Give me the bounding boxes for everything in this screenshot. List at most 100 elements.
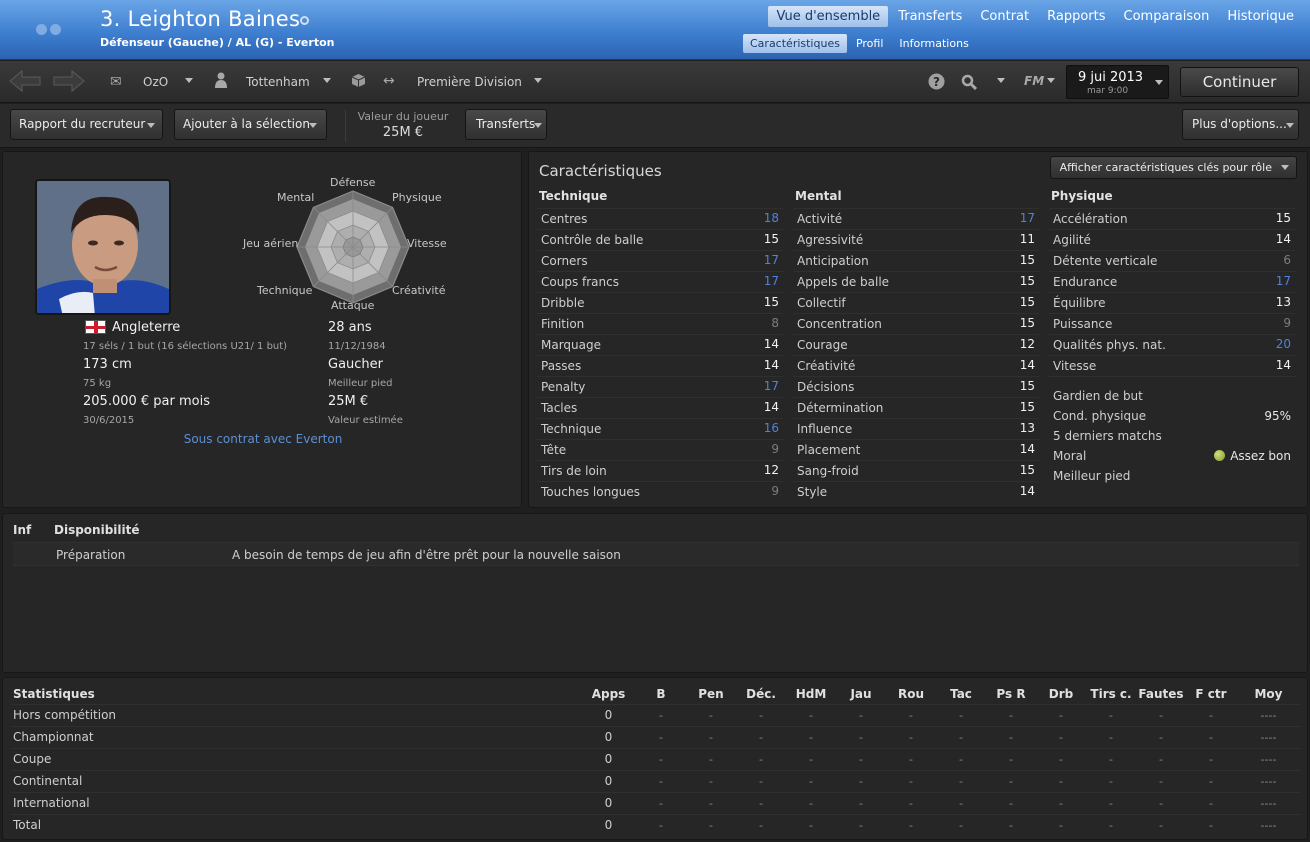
fm-logo-icon[interactable]: FM — [1024, 74, 1044, 88]
cube-icon[interactable] — [351, 73, 366, 88]
attribute-row[interactable]: Placement 14 — [793, 439, 1039, 460]
tab-reports[interactable]: Rapports — [1039, 6, 1113, 27]
attribute-row[interactable]: Coups francs 17 — [537, 271, 783, 292]
stats-column-header[interactable]: Ps R — [986, 684, 1036, 704]
back-arrow-icon[interactable] — [8, 69, 42, 93]
attribute-row[interactable]: Détermination 15 — [793, 397, 1039, 418]
chevron-down-icon[interactable] — [323, 78, 331, 83]
contract-link[interactable]: Sous contrat avec Everton — [3, 432, 523, 446]
attribute-row[interactable]: Penalty 17 — [537, 376, 783, 397]
chevron-down-icon[interactable] — [1047, 78, 1055, 83]
chevron-down-icon[interactable] — [534, 78, 542, 83]
chevron-down-icon[interactable] — [1155, 80, 1163, 85]
stat-cell: - — [836, 791, 886, 814]
attribute-row[interactable]: Style 14 — [793, 481, 1039, 502]
attribute-row[interactable]: Tirs de loin 12 — [537, 460, 783, 481]
attribute-row[interactable]: Détente verticale 6 — [1049, 250, 1295, 271]
attribute-row[interactable]: Équilibre 13 — [1049, 292, 1295, 313]
key-attributes-role-button[interactable]: Afficher caractéristiques clés pour rôle — [1049, 156, 1297, 179]
chevron-down-icon[interactable] — [997, 78, 1005, 83]
table-row[interactable]: Continental 0- - - - - - - - - - - - ---- — [11, 769, 1301, 792]
stats-column-header[interactable]: Tac — [936, 684, 986, 704]
chevron-down-icon[interactable] — [185, 78, 193, 83]
attribute-row[interactable]: Vitesse 14 — [1049, 355, 1295, 376]
stats-column-header[interactable]: B — [636, 684, 686, 704]
stats-column-header[interactable]: Drb — [1036, 684, 1086, 704]
attribute-row[interactable]: Accélération 15 — [1049, 208, 1295, 229]
attribute-value: 18 — [763, 211, 779, 225]
table-row[interactable]: Championnat 0- - - - - - - - - - - - ---- — [11, 725, 1301, 748]
stats-column-header[interactable]: Fautes — [1136, 684, 1186, 704]
add-selection-button[interactable]: Ajouter à la sélection — [174, 109, 327, 140]
attribute-row[interactable]: Finition 8 — [537, 313, 783, 334]
tab-overview[interactable]: Vue d'ensemble — [768, 6, 889, 27]
attribute-row[interactable]: Courage 12 — [793, 334, 1039, 355]
tab-comparison[interactable]: Comparaison — [1116, 6, 1218, 27]
attribute-row[interactable]: Décisions 15 — [793, 376, 1039, 397]
league-menu[interactable]: Première Division — [417, 75, 522, 89]
search-icon[interactable] — [961, 74, 977, 90]
attribute-row[interactable]: Marquage 14 — [537, 334, 783, 355]
club-menu[interactable]: Tottenham — [246, 75, 310, 89]
chevron-down-icon — [147, 123, 155, 128]
stats-column-header[interactable]: HdM — [786, 684, 836, 704]
stats-column-header[interactable]: Moy — [1236, 684, 1301, 704]
stat-cell: - — [1036, 791, 1086, 814]
manager-menu[interactable]: OzO — [143, 75, 168, 89]
table-row[interactable]: Hors compétition 0- - - - - - - - - - - - ---- — [11, 703, 1301, 726]
attribute-row[interactable]: Activité 17 — [793, 208, 1039, 229]
transfers-button[interactable]: Transferts — [465, 109, 547, 140]
attribute-row[interactable]: Collectif 15 — [793, 292, 1039, 313]
table-row[interactable]: International 0- - - - - - - - - - - - ---- — [11, 791, 1301, 814]
stats-column-header[interactable]: Jau — [836, 684, 886, 704]
attribute-row[interactable]: Corners 17 — [537, 250, 783, 271]
subtab-attributes[interactable]: Caractéristiques — [743, 34, 847, 53]
attribute-row[interactable]: Influence 13 — [793, 418, 1039, 439]
person-icon[interactable] — [214, 72, 228, 88]
scout-report-button[interactable]: Rapport du recruteur — [10, 109, 163, 140]
attribute-row[interactable]: Passes 14 — [537, 355, 783, 376]
attribute-row[interactable]: Créativité 14 — [793, 355, 1039, 376]
attribute-row[interactable]: Sang-froid 15 — [793, 460, 1039, 481]
attribute-row[interactable]: Tacles 14 — [537, 397, 783, 418]
attribute-row[interactable]: Touches longues 9 — [537, 481, 783, 502]
stat-cell: - — [786, 747, 836, 770]
more-options-button[interactable]: Plus d'options... — [1182, 109, 1299, 140]
attribute-row[interactable]: Technique 16 — [537, 418, 783, 439]
help-icon[interactable]: ? — [928, 73, 945, 90]
table-row[interactable]: Coupe 0- - - - - - - - - - - - ---- — [11, 747, 1301, 770]
table-row[interactable]: Total 0- - - - - - - - - - - - ---- — [11, 813, 1301, 836]
attribute-row[interactable]: Centres 18 — [537, 208, 783, 229]
tab-history[interactable]: Historique — [1219, 6, 1302, 27]
subtab-profile[interactable]: Profil — [849, 34, 890, 53]
forward-arrow-icon[interactable] — [52, 69, 86, 93]
mail-icon[interactable]: ✉ — [110, 74, 122, 90]
tab-contract[interactable]: Contrat — [972, 6, 1037, 27]
stats-column-header[interactable]: Tirs c. — [1086, 684, 1136, 704]
stats-column-header[interactable]: Statistiques — [11, 684, 581, 704]
attribute-row[interactable]: Contrôle de balle 15 — [537, 229, 783, 250]
tab-transfers[interactable]: Transferts — [890, 6, 970, 27]
attribute-row[interactable]: Tête 9 — [537, 439, 783, 460]
attribute-row[interactable]: Appels de balle 15 — [793, 271, 1039, 292]
attribute-row[interactable]: Anticipation 15 — [793, 250, 1039, 271]
continue-button[interactable]: Continuer — [1180, 67, 1299, 97]
attribute-row[interactable]: Endurance 17 — [1049, 271, 1295, 292]
attribute-row[interactable]: Dribble 15 — [537, 292, 783, 313]
attribute-row[interactable]: Puissance 9 — [1049, 313, 1295, 334]
condition-row: Cond. physique 95% — [1049, 406, 1295, 426]
attribute-name: Influence — [797, 422, 853, 436]
stats-column-header[interactable]: F ctr — [1186, 684, 1236, 704]
attribute-row[interactable]: Concentration 15 — [793, 313, 1039, 334]
attribute-row[interactable]: Agressivité 11 — [793, 229, 1039, 250]
stats-column-header[interactable]: Apps — [581, 684, 636, 704]
stats-column-header[interactable]: Pen — [686, 684, 736, 704]
subtab-information[interactable]: Informations — [892, 34, 975, 53]
date-display[interactable]: 9 jui 2013 mar 9:00 — [1066, 65, 1169, 99]
stats-column-header[interactable]: Déc. — [736, 684, 786, 704]
attribute-row[interactable]: Agilité 14 — [1049, 229, 1295, 250]
attribute-row[interactable]: Qualités phys. nat. 20 — [1049, 334, 1295, 355]
nationality[interactable]: Angleterre — [112, 320, 180, 335]
swap-arrows-icon[interactable]: ↔ — [383, 73, 395, 89]
stats-column-header[interactable]: Rou — [886, 684, 936, 704]
